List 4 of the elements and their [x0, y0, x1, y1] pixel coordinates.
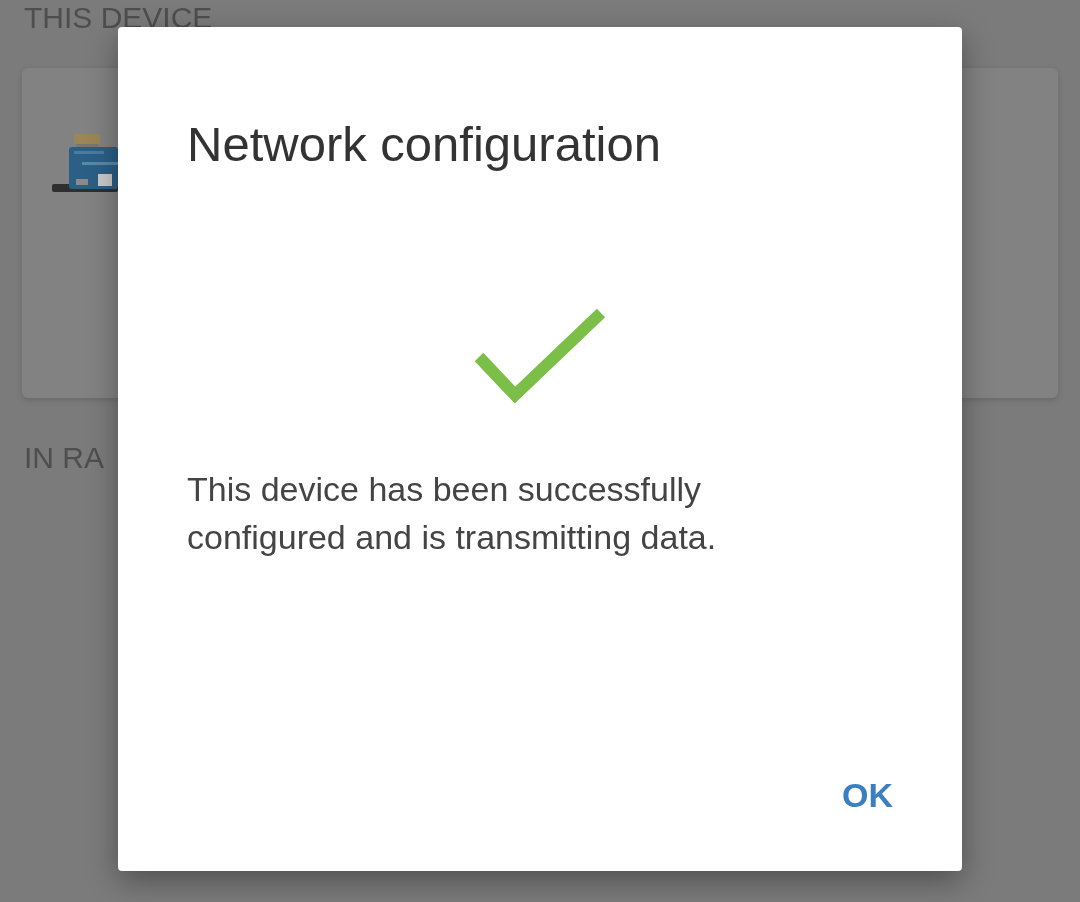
checkmark-icon — [474, 307, 606, 405]
dialog-title: Network configuration — [187, 116, 661, 173]
dialog-message: This device has been successfully configured and is transmitting data. — [187, 469, 718, 558]
ok-button[interactable]: OK — [824, 768, 911, 823]
